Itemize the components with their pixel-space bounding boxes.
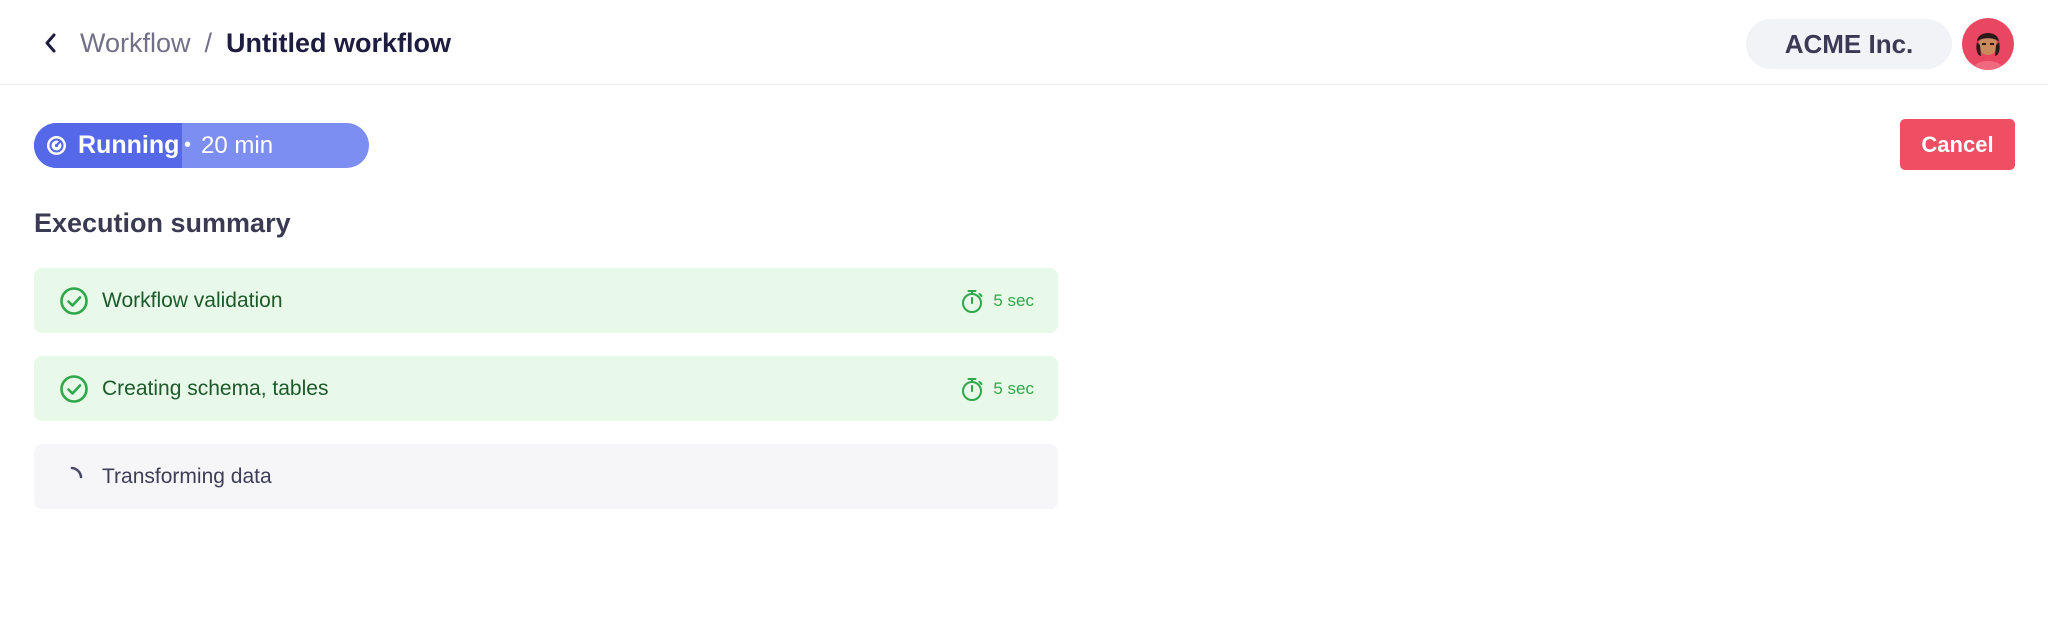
avatar[interactable] — [1962, 18, 2014, 70]
stopwatch-icon — [961, 288, 985, 314]
step-time-value: 5 sec — [993, 290, 1034, 310]
gauge-icon — [47, 136, 66, 155]
step-label: Workflow validation — [102, 288, 283, 312]
breadcrumb-separator: / — [204, 27, 213, 58]
stopwatch-icon — [961, 376, 985, 402]
breadcrumb-workflow-link[interactable]: Workflow — [80, 28, 191, 59]
status-separator: • — [184, 134, 192, 156]
breadcrumb: Workflow / Untitled workflow — [80, 24, 451, 62]
cancel-button[interactable]: Cancel — [1900, 119, 2015, 170]
status-duration: 20 min — [201, 131, 274, 159]
run-status-badge: Running • 20 min — [34, 123, 369, 168]
step-workflow-validation: Workflow validation 5 sec — [34, 268, 1058, 333]
back-button[interactable] — [36, 26, 66, 60]
step-transforming-data: Transforming data — [34, 444, 1058, 509]
step-label: Transforming data — [102, 464, 272, 488]
chevron-left-icon — [45, 33, 56, 53]
step-creating-schema: Creating schema, tables 5 sec — [34, 356, 1058, 421]
check-circle-icon — [59, 286, 89, 316]
check-circle-icon — [59, 374, 89, 404]
step-label: Creating schema, tables — [102, 376, 329, 400]
avatar-icon — [1962, 18, 2014, 70]
page-title: Untitled workflow — [226, 27, 452, 58]
spinner-icon — [59, 462, 89, 492]
top-bar: Workflow / Untitled workflow ACME Inc. — [0, 0, 2048, 85]
status-state: Running — [34, 123, 182, 168]
status-label: Running — [78, 131, 180, 159]
step-duration: 5 sec — [961, 268, 1034, 333]
status-duration-section: • 20 min — [182, 123, 369, 168]
step-time-value: 5 sec — [993, 378, 1034, 398]
step-duration: 5 sec — [961, 356, 1034, 421]
execution-summary-heading: Execution summary — [34, 208, 291, 238]
org-name: ACME Inc. — [1784, 28, 1914, 59]
org-switcher[interactable]: ACME Inc. — [1746, 19, 1952, 69]
